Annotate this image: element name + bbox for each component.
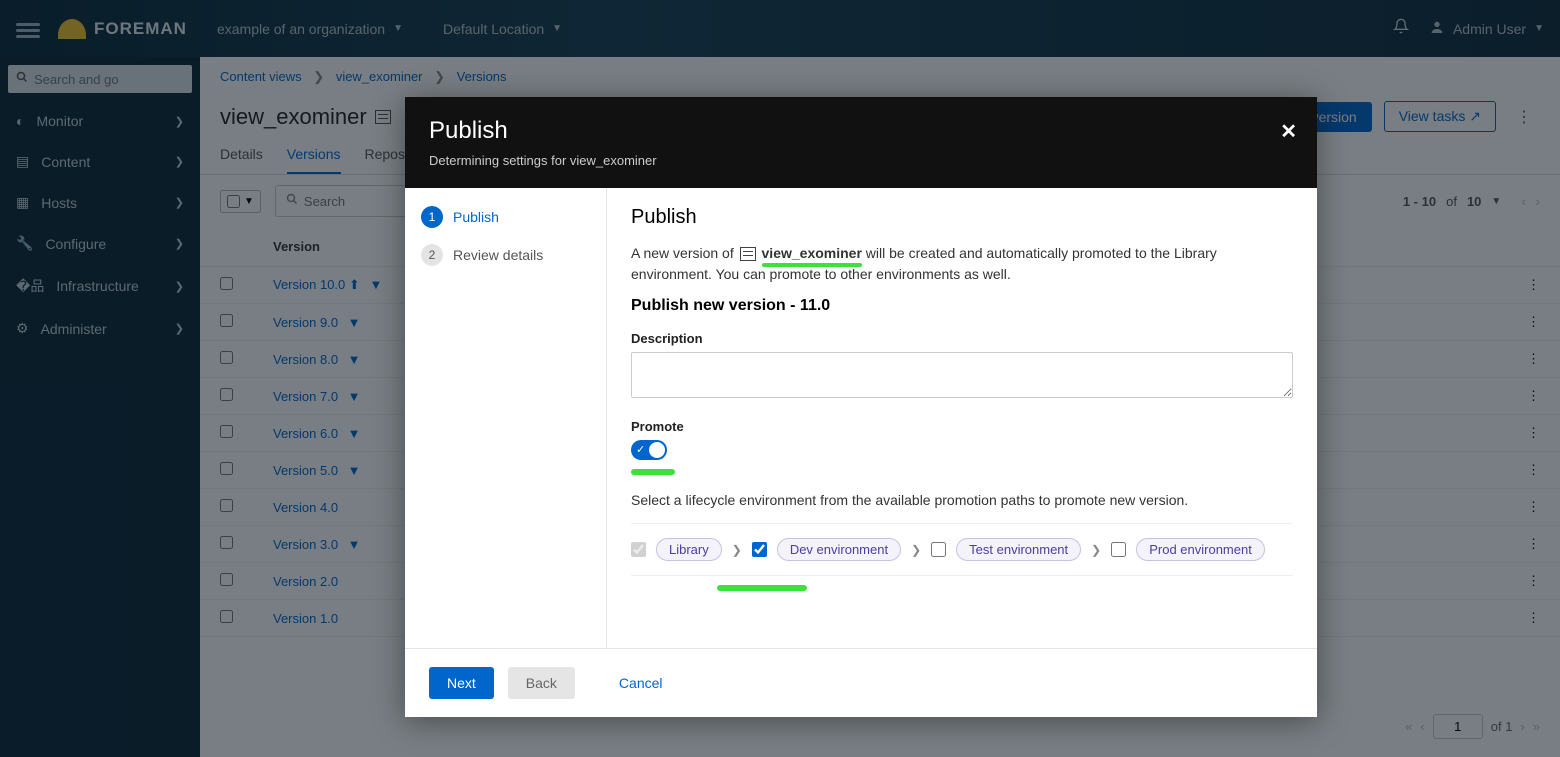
toggle-knob (649, 442, 665, 458)
step-number: 1 (421, 206, 443, 228)
cancel-button[interactable]: Cancel (619, 675, 663, 691)
step-number: 2 (421, 244, 443, 266)
env-chip-prod[interactable]: Prod environment (1136, 538, 1265, 561)
chevron-right-icon: ❯ (1091, 543, 1101, 557)
wizard-content: Publish A new version of view_exominer w… (607, 188, 1317, 648)
content-view-icon (740, 247, 756, 261)
description-label: Description (631, 331, 1293, 346)
highlight-annotation (717, 585, 807, 591)
env-checkbox-prod[interactable] (1111, 542, 1126, 557)
step-label: Publish (453, 209, 499, 225)
new-version-heading: Publish new version - 11.0 (631, 297, 1293, 315)
wizard-step-publish[interactable]: 1 Publish (421, 206, 590, 228)
step-label: Review details (453, 247, 543, 263)
description-input[interactable] (631, 352, 1293, 398)
close-icon[interactable]: ✕ (1280, 119, 1297, 144)
modal-title: Publish (429, 117, 1293, 145)
highlight-annotation (631, 469, 675, 475)
env-checkbox-test[interactable] (931, 542, 946, 557)
modal-header: Publish Determining settings for view_ex… (405, 97, 1317, 188)
promote-label: Promote (631, 419, 1293, 434)
intro-text: A new version of view_exominer will be c… (631, 243, 1293, 285)
back-button: Back (508, 667, 575, 699)
env-checkbox-library (631, 542, 646, 557)
env-chip-test[interactable]: Test environment (956, 538, 1081, 561)
wizard-step-review[interactable]: 2 Review details (421, 244, 590, 266)
env-chip-library[interactable]: Library (656, 538, 722, 561)
chevron-right-icon: ❯ (732, 543, 742, 557)
intro-a: A new version of (631, 245, 734, 261)
section-heading: Publish (631, 206, 1293, 229)
promote-help-text: Select a lifecycle environment from the … (631, 490, 1293, 511)
wizard-nav: 1 Publish 2 Review details (405, 188, 607, 648)
check-icon: ✓ (636, 443, 645, 456)
promote-toggle[interactable]: ✓ (631, 440, 667, 460)
environment-path: Library ❯ Dev environment ❯ Test environ… (631, 523, 1293, 576)
env-checkbox-dev[interactable] (752, 542, 767, 557)
env-chip-dev[interactable]: Dev environment (777, 538, 901, 561)
modal-subtitle: Determining settings for view_exominer (429, 153, 1293, 168)
cv-name: view_exominer (762, 245, 862, 261)
publish-modal: Publish Determining settings for view_ex… (405, 97, 1317, 717)
chevron-right-icon: ❯ (911, 543, 921, 557)
modal-footer: Next Back Cancel (405, 648, 1317, 717)
next-button[interactable]: Next (429, 667, 494, 699)
